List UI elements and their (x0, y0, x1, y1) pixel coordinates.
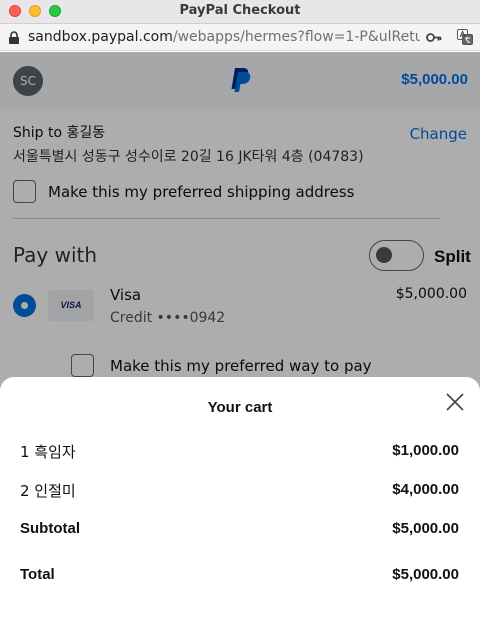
cart-item-label: 1 흑임자 (20, 443, 76, 461)
window-title: PayPal Checkout (179, 3, 301, 18)
address-bar[interactable]: sandbox.paypal.com/webapps/hermes?flow=1… (0, 24, 480, 51)
total-label: Total (20, 566, 55, 583)
translate-icon[interactable] (457, 29, 473, 45)
subtotal-label: Subtotal (20, 520, 80, 537)
total-value: $5,000.00 (392, 566, 459, 583)
cart-item-label: 2 인절미 (20, 482, 76, 500)
subtotal-value: $5,000.00 (392, 520, 459, 537)
cart-item-price: $4,000.00 (392, 481, 459, 498)
url-host: sandbox.paypal.com (28, 29, 173, 45)
key-icon[interactable] (426, 32, 442, 43)
url-path: /webapps/hermes?flow=1-P&ulReturn... (172, 29, 420, 45)
cart-modal: Your cart 1 흑임자 $1,000.00 2 인절미 $4,000.0… (0, 377, 480, 620)
window-title-bar: PayPal Checkout (0, 0, 480, 24)
cart-item-price: $1,000.00 (392, 442, 459, 459)
url-text[interactable]: sandbox.paypal.com/webapps/hermes?flow=1… (28, 29, 420, 45)
lock-icon (9, 31, 19, 44)
close-icon[interactable] (446, 393, 464, 411)
cart-title: Your cart (207, 399, 273, 416)
